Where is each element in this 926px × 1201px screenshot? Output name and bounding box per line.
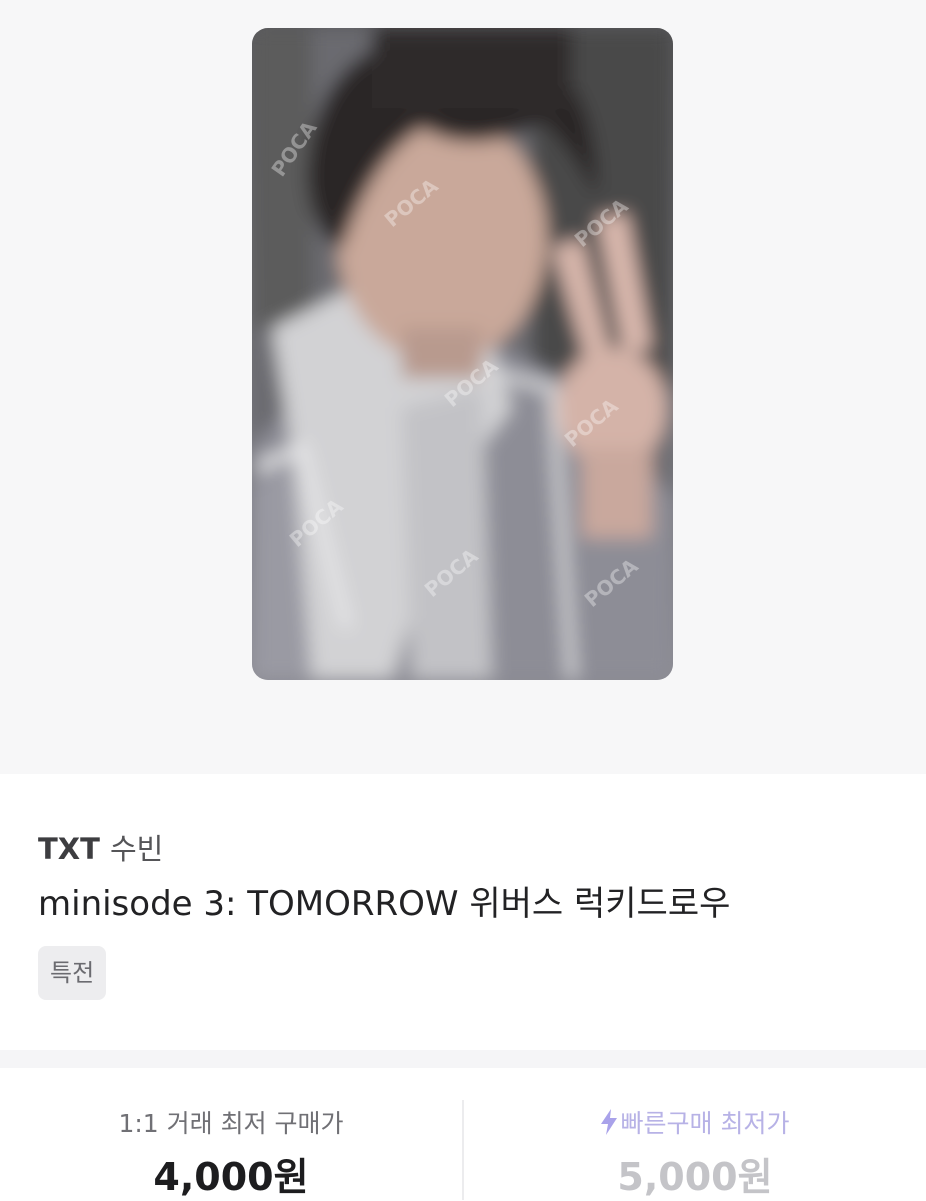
member-name: 수빈: [109, 832, 164, 866]
price-summary: 1:1 거래 최저 구매가 4,000원 빠른구매 최저가 5,000원: [0, 1068, 926, 1200]
direct-trade-price-label: 1:1 거래 최저 구매가: [118, 1109, 344, 1138]
photocard-illustration: POCA POCA POCA POCA POCA POCA POCA POCA: [252, 28, 673, 680]
lightning-bolt-icon: [600, 1109, 617, 1141]
artist-name[interactable]: TXT: [38, 832, 100, 866]
product-info: TXT 수빈 minisode 3: TOMORROW 위버스 럭키드로우 특전: [0, 774, 926, 1050]
product-image-area: POCA POCA POCA POCA POCA POCA POCA POCA: [0, 0, 926, 774]
quick-buy-price[interactable]: 빠른구매 최저가 5,000원: [464, 1068, 926, 1200]
quick-buy-price-value: 5,000원: [617, 1155, 773, 1199]
quick-buy-price-label-row: 빠른구매 최저가: [464, 1104, 926, 1141]
direct-trade-price-value: 4,000원: [153, 1155, 309, 1199]
section-divider: [0, 1050, 926, 1068]
direct-trade-price[interactable]: 1:1 거래 최저 구매가 4,000원: [0, 1068, 462, 1200]
quick-buy-price-label: 빠른구매 최저가: [620, 1109, 790, 1138]
artist-member-line: TXT 수빈: [38, 826, 163, 868]
photocard-image[interactable]: POCA POCA POCA POCA POCA POCA POCA POCA: [252, 28, 673, 680]
category-tag: 특전: [38, 946, 107, 1000]
product-title: minisode 3: TOMORROW 위버스 럭키드로우: [38, 884, 731, 924]
